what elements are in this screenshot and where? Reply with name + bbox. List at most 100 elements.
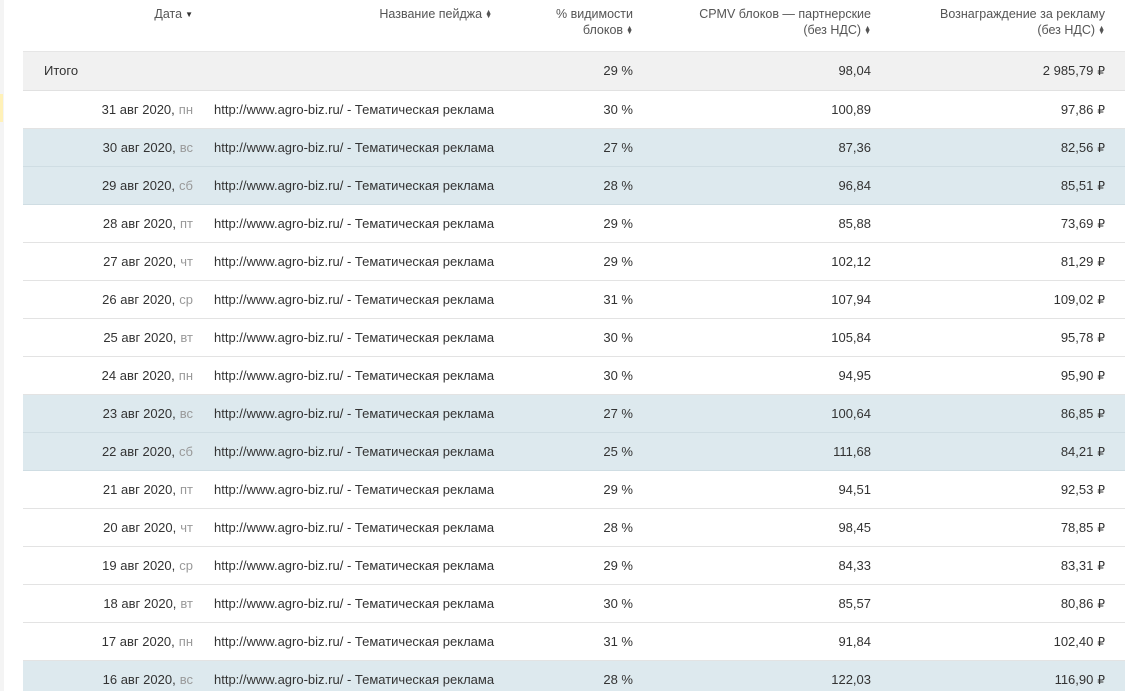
table-row[interactable]: 23 авг 2020, вс http://www.agro-biz.ru/ -… [23,395,1125,433]
row-date-value: 21 авг 2020 [102,481,173,497]
row-page-name-value: http://www.agro-biz.ru/ - Тематическая р… [214,671,495,687]
row-weekday: пн [178,367,193,383]
row-reward: 80,86 ₽ [893,585,1105,622]
row-page-name: http://www.agro-biz.ru/ - Тематическая р… [214,585,524,622]
table-row[interactable]: 27 авг 2020, чт http://www.agro-biz.ru/ -… [23,243,1125,281]
row-reward: 102,40 ₽ [893,623,1105,660]
row-visibility: 29 % [603,215,633,231]
row-cpmv: 84,33 [838,557,871,573]
row-reward: 95,78 ₽ [893,319,1105,356]
row-weekday: ср [179,557,193,573]
row-reward: 109,02 ₽ [893,281,1105,318]
row-visibility: 30 % [603,101,633,117]
ruble-icon: ₽ [1097,482,1105,497]
row-page-name: http://www.agro-biz.ru/ - Тематическая р… [214,357,524,394]
row-date: 16 авг 2020, вс [23,661,193,691]
total-reward-value: 2 985,79 [1042,63,1094,78]
row-reward: 84,21 ₽ [893,433,1105,470]
table-row[interactable]: 24 авг 2020, пн http://www.agro-biz.ru/ -… [23,357,1125,395]
row-date-value: 26 авг 2020 [102,291,172,307]
row-page-name-value: http://www.agro-biz.ru/ - Тематическая р… [214,557,495,573]
table-row[interactable]: 18 авг 2020, вт http://www.agro-biz.ru/ -… [23,585,1125,623]
row-page-name: http://www.agro-biz.ru/ - Тематическая р… [214,471,524,508]
ruble-icon: ₽ [1097,520,1105,535]
column-header-cpmv[interactable]: CPMV блоков — партнерские (без НДС) ▲ ▼ [653,0,871,57]
row-visibility: 29 % [603,557,633,573]
row-weekday: чт [180,519,193,535]
column-header-reward[interactable]: Вознаграждение за рекламу (без НДС) ▲ ▼ [893,0,1105,57]
row-page-name: http://www.agro-biz.ru/ - Тематическая р… [214,433,524,470]
table-header: Дата ▼ Название пейджа ▲ ▼ % видимости блок… [23,0,1125,52]
row-page-name-value: http://www.agro-biz.ru/ - Тематическая р… [214,633,495,649]
table-row[interactable]: 17 авг 2020, пн http://www.agro-biz.ru/ -… [23,623,1125,661]
column-header-reward-line2: (без НДС) [1037,23,1096,37]
table-row[interactable]: 16 авг 2020, вс http://www.agro-biz.ru/ -… [23,661,1125,691]
row-page-name-value: http://www.agro-biz.ru/ - Тематическая р… [214,139,495,155]
column-header-reward-line1: Вознаграждение за рекламу [939,7,1105,21]
table-row[interactable]: 28 авг 2020, пт http://www.agro-biz.ru/ -… [23,205,1125,243]
row-page-name: http://www.agro-biz.ru/ - Тематическая р… [214,205,524,242]
table-row[interactable]: 29 авг 2020, сб http://www.agro-biz.ru/ -… [23,167,1125,205]
column-header-date[interactable]: Дата ▼ [23,0,193,57]
row-page-name: http://www.agro-biz.ru/ - Тематическая р… [214,661,524,691]
table-row[interactable]: 20 авг 2020, чт http://www.agro-biz.ru/ -… [23,509,1125,547]
row-page-name: http://www.agro-biz.ru/ - Тематическая р… [214,243,524,280]
row-cpmv: 94,95 [838,367,871,383]
row-cpmv: 102,12 [831,253,871,269]
row-date-value: 18 авг 2020 [103,595,173,611]
row-page-name: http://www.agro-biz.ru/ - Тематическая р… [214,91,524,128]
ruble-icon: ₽ [1097,178,1105,193]
row-page-name-value: http://www.agro-biz.ru/ - Тематическая р… [214,215,495,231]
column-header-page-name[interactable]: Название пейджа ▲ ▼ [193,0,492,57]
table-row[interactable]: 26 авг 2020, ср http://www.agro-biz.ru/ -… [23,281,1125,319]
column-header-visibility-line1: % видимости [556,7,633,21]
row-page-name-value: http://www.agro-biz.ru/ - Тематическая р… [214,481,495,497]
table-row[interactable]: 19 авг 2020, ср http://www.agro-biz.ru/ -… [23,547,1125,585]
row-cpmv: 100,89 [831,101,871,117]
row-weekday: пн [178,633,193,649]
row-date-value: 23 авг 2020 [102,405,173,421]
sort-desc-icon: ▼ [185,10,193,19]
row-reward: 73,69 ₽ [893,205,1105,242]
row-reward-value: 80,86 [1060,595,1094,611]
sort-both-icon: ▲ ▼ [1098,25,1105,36]
row-reward-value: 78,85 [1060,519,1094,535]
row-reward-value: 73,69 [1060,215,1094,231]
row-date-separator: , [172,253,177,269]
table-row[interactable]: 22 авг 2020, сб http://www.agro-biz.ru/ -… [23,433,1125,471]
row-weekday: сб [179,443,193,459]
row-reward: 81,29 ₽ [893,243,1105,280]
table-row[interactable]: 30 авг 2020, вс http://www.agro-biz.ru/ -… [23,129,1125,167]
left-rail [0,0,4,691]
row-date-value: 31 авг 2020 [101,101,172,117]
row-weekday: вт [180,329,193,345]
table-row[interactable]: 21 авг 2020, пт http://www.agro-biz.ru/ -… [23,471,1125,509]
table-body: 31 авг 2020, пн http://www.agro-biz.ru/ -… [23,91,1125,691]
row-reward-value: 116,90 [1054,671,1094,687]
row-date: 21 авг 2020, пт [23,471,193,508]
ruble-icon: ₽ [1097,406,1105,421]
row-reward-value: 97,86 [1060,101,1094,117]
row-reward-value: 81,29 [1060,253,1094,269]
row-page-name: http://www.agro-biz.ru/ - Тематическая р… [214,319,524,356]
total-cpmv: 98,04 [838,63,871,78]
row-page-name: http://www.agro-biz.ru/ - Тематическая р… [214,623,524,660]
table-row[interactable]: 25 авг 2020, вт http://www.agro-biz.ru/ -… [23,319,1125,357]
row-date: 22 авг 2020, сб [23,433,193,470]
row-page-name-value: http://www.agro-biz.ru/ - Тематическая р… [214,519,495,535]
row-date-separator: , [171,633,175,649]
row-reward-value: 82,56 [1060,139,1094,155]
row-reward-value: 92,53 [1060,481,1094,497]
table-row[interactable]: 31 авг 2020, пн http://www.agro-biz.ru/ -… [23,91,1125,129]
row-cpmv: 96,84 [838,177,871,193]
row-page-name: http://www.agro-biz.ru/ - Тематическая р… [214,129,524,166]
row-cpmv: 85,57 [838,595,871,611]
row-visibility: 28 % [603,671,633,687]
sort-both-icon: ▲ ▼ [485,9,492,20]
row-page-name-value: http://www.agro-biz.ru/ - Тематическая р… [214,101,495,117]
ruble-icon: ₽ [1097,330,1105,345]
column-header-visibility[interactable]: % видимости блоков ▲ ▼ [524,0,633,57]
row-visibility: 31 % [603,291,633,307]
ruble-icon: ₽ [1097,558,1105,573]
statistics-table: Дата ▼ Название пейджа ▲ ▼ % видимости блок… [23,0,1125,691]
